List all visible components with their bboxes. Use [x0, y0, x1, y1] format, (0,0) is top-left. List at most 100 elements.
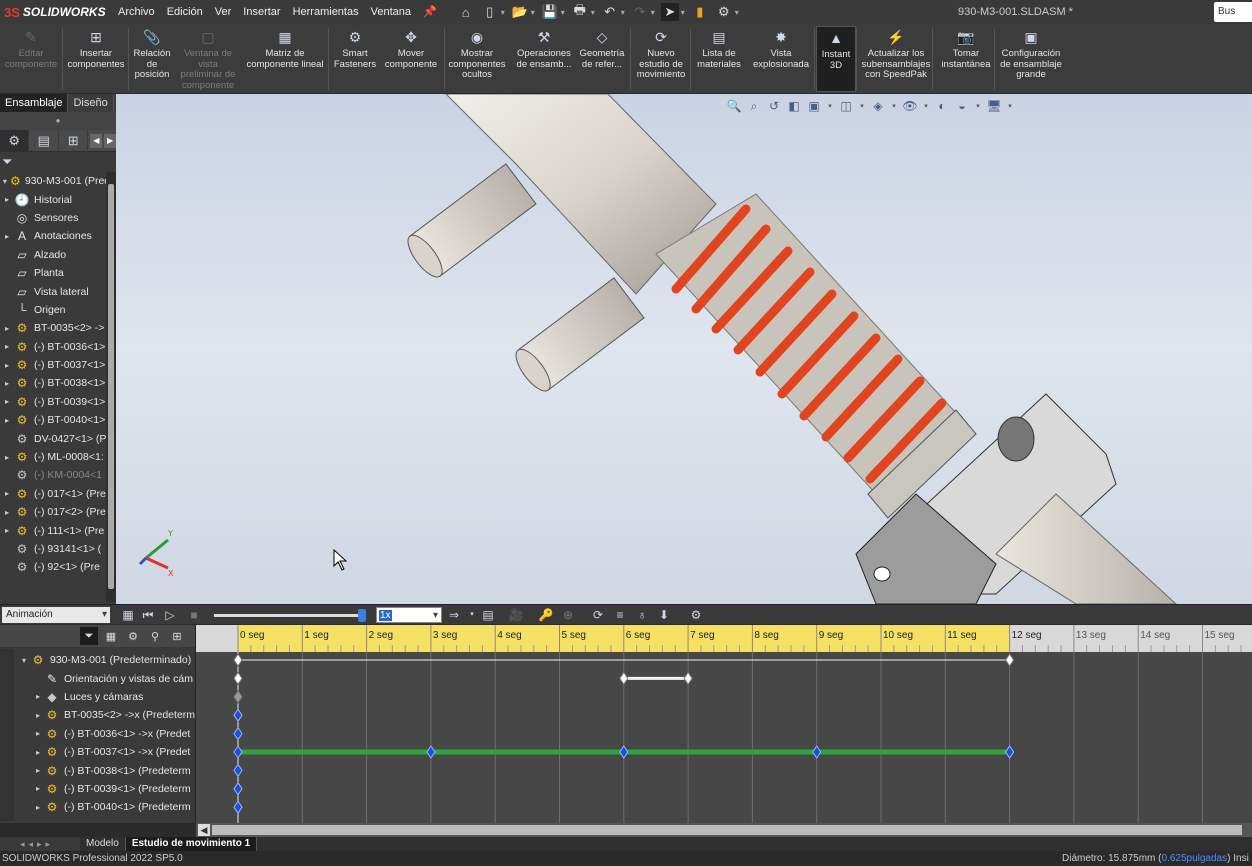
- expand-arrow-icon[interactable]: ▸: [0, 195, 14, 204]
- menu-archivo[interactable]: Archivo: [112, 0, 161, 24]
- study-properties-icon[interactable]: ⚙: [688, 607, 704, 623]
- command-large-assembly[interactable]: ▣ Configuración de ensamblaje grande: [998, 26, 1064, 92]
- tree-item[interactable]: ▸ ⚙ (-) BT-0038<1>: [0, 374, 116, 392]
- pin-menu-icon[interactable]: 📌: [417, 0, 443, 24]
- tree-filter-icon[interactable]: ⏷: [0, 152, 116, 172]
- motor-icon[interactable]: ⟳: [590, 607, 606, 623]
- tab-scroll-right-icon[interactable]: ▶: [104, 133, 116, 148]
- command-linear-pattern[interactable]: ▦ Matriz de componente lineal: [242, 26, 328, 92]
- filter-animated-icon[interactable]: ⏷: [80, 627, 98, 645]
- timeline-scroll-thumb[interactable]: [212, 825, 1242, 835]
- tab-nav-arrows[interactable]: ◂◂▸▸: [0, 837, 80, 851]
- menu-herramientas[interactable]: Herramientas: [287, 0, 365, 24]
- menu-ver[interactable]: Ver: [209, 0, 238, 24]
- timeline[interactable]: 0 seg 1 seg 2 seg 3 seg 4 seg 5 seg 6 seg 7 seg…: [196, 625, 1252, 823]
- playback-mode-dropdown-icon[interactable]: ▾: [464, 607, 480, 623]
- tree-item[interactable]: ▸ ⚙ (-) BT-0036<1>: [0, 338, 116, 356]
- scene-icon[interactable]: ◒: [954, 98, 970, 114]
- tree-item[interactable]: ⚙ DV-0427<1> (P: [0, 429, 116, 447]
- tree-item[interactable]: ▸ ⚙ (-) 111<1> (Pre: [0, 521, 116, 539]
- gravity-icon[interactable]: ⬇: [656, 607, 672, 623]
- play-from-start-icon[interactable]: ⏮: [140, 607, 156, 623]
- tree-item[interactable]: ▸ ⚙ (-) 017<1> (Pre: [0, 485, 116, 503]
- playback-slider-thumb[interactable]: [358, 609, 366, 622]
- playback-slider-track[interactable]: [214, 614, 362, 617]
- tree-item[interactable]: ▸ 🕘 Historial: [0, 190, 116, 208]
- save-icon[interactable]: 💾: [541, 3, 559, 21]
- tree-item[interactable]: ⚙ (-) KM-0004<1: [0, 466, 116, 484]
- new-document-icon[interactable]: ▯: [481, 3, 499, 21]
- expand-arrow-icon[interactable]: ▸: [0, 379, 14, 388]
- command-insert-components[interactable]: ⊞ Insertar componentes: [66, 26, 126, 92]
- panel-collapse-handle[interactable]: ●: [0, 112, 116, 130]
- tree-item[interactable]: ▾ ⚙ 930-M3-001 (Prede: [0, 172, 116, 190]
- autokey-icon[interactable]: 🔑: [538, 607, 554, 623]
- appearance-icon[interactable]: ◐: [934, 98, 950, 114]
- previous-view-icon[interactable]: ↺: [766, 98, 782, 114]
- save-dropdown-icon[interactable]: ▾: [561, 8, 565, 17]
- hide-show-icon[interactable]: 👁: [902, 98, 918, 114]
- print-icon[interactable]: 🖶: [571, 2, 589, 21]
- menu-ventana[interactable]: Ventana: [365, 0, 417, 24]
- timeline-scrollbar[interactable]: ◀: [196, 823, 1252, 837]
- dynamic-annotation-icon[interactable]: ▣: [806, 98, 822, 114]
- tree-scroll-thumb[interactable]: [108, 184, 114, 589]
- tab-ensamblaje[interactable]: Ensamblaje: [0, 94, 69, 112]
- undo-dropdown-icon[interactable]: ▾: [621, 8, 625, 17]
- motion-tree-item[interactable]: ✎ Orientación y vistas de cám: [14, 669, 196, 687]
- orientation-dropdown-icon[interactable]: ▾: [858, 98, 866, 114]
- tree-item[interactable]: ▸ ⚙ (-) BT-0039<1>: [0, 393, 116, 411]
- zoom-to-fit-icon[interactable]: 🔍: [726, 98, 742, 114]
- study-type-select[interactable]: Animación: [2, 607, 110, 623]
- expand-arrow-icon[interactable]: ▸: [32, 711, 44, 720]
- command-reference-geometry[interactable]: ◇ Geometría de refer...: [576, 26, 628, 92]
- featuremanager-tab-icon[interactable]: ⚙: [0, 129, 30, 152]
- tab-dise-o[interactable]: Diseño: [68, 94, 114, 112]
- select-dropdown-icon[interactable]: ▾: [681, 8, 685, 17]
- motion-tree-item[interactable]: ▸ ◆ Luces y cámaras: [14, 688, 196, 706]
- expand-arrow-icon[interactable]: ▸: [32, 766, 44, 775]
- command-speedpak[interactable]: ⚡ Actualizar los subensamblajes con Speed…: [860, 26, 932, 92]
- tree-item[interactable]: ▸ ⚙ (-) BT-0037<1>: [0, 356, 116, 374]
- filter-driving-icon[interactable]: ▦: [102, 627, 120, 645]
- propertymanager-tab-icon[interactable]: ▤: [29, 129, 59, 152]
- playback-speed-select[interactable]: 1x: [376, 607, 442, 624]
- motion-tree-item[interactable]: ▸ ⚙ (-) BT-0038<1> (Predeterm: [14, 761, 196, 779]
- tree-item[interactable]: ▱ Alzado: [0, 246, 116, 264]
- solidworks-logo[interactable]: 3S SOLIDWORKS: [0, 5, 112, 20]
- command-exploded-view[interactable]: ✸ Vista explosionada: [748, 26, 814, 92]
- annotation-dropdown-icon[interactable]: ▾: [826, 98, 834, 114]
- select-cursor-icon[interactable]: ➤: [660, 3, 679, 21]
- filter-results-icon[interactable]: ⚲: [146, 627, 164, 645]
- undo-icon[interactable]: ↶: [601, 3, 619, 21]
- command-move-component[interactable]: ✥ Mover componente: [385, 26, 437, 92]
- tree-item[interactable]: ▸ ⚙ (-) BT-0040<1>: [0, 411, 116, 429]
- tab-scroll-left-icon[interactable]: ◀: [90, 133, 103, 148]
- motion-tree-scrollbar[interactable]: [0, 649, 14, 821]
- contact-icon[interactable]: ♁: [634, 607, 650, 623]
- play-icon[interactable]: ▷: [162, 607, 178, 623]
- tree-item[interactable]: ▱ Vista lateral: [0, 282, 116, 300]
- expand-arrow-icon[interactable]: ▸: [32, 803, 44, 812]
- expand-arrow-icon[interactable]: ▾: [18, 656, 30, 665]
- tab-modelo[interactable]: Modelo: [80, 837, 126, 851]
- command-bom[interactable]: ▤ Lista de materiales: [692, 26, 746, 92]
- expand-arrow-icon[interactable]: ▸: [32, 748, 44, 757]
- tree-item[interactable]: ⚙ (-) 92<1> (Pre: [0, 558, 116, 576]
- motion-tree-item[interactable]: ▸ ⚙ (-) BT-0040<1> (Predeterm: [14, 798, 196, 816]
- collapse-all-icon[interactable]: ⊞: [168, 627, 186, 645]
- tree-item[interactable]: ⚙ (-) 93141<1> (: [0, 540, 116, 558]
- settings-view-dropdown-icon[interactable]: ▾: [1006, 98, 1014, 114]
- zoom-area-icon[interactable]: ⌕: [746, 98, 762, 114]
- tree-item[interactable]: ▸ ⚙ BT-0035<2> ->: [0, 319, 116, 337]
- expand-arrow-icon[interactable]: ▸: [0, 453, 14, 462]
- expand-arrow-icon[interactable]: ▸: [32, 784, 44, 793]
- spring-icon[interactable]: ≡: [612, 607, 628, 623]
- scene-dropdown-icon[interactable]: ▾: [974, 98, 982, 114]
- scroll-left-icon[interactable]: ◀: [198, 824, 210, 836]
- calculate-icon[interactable]: ▦: [120, 607, 136, 623]
- expand-arrow-icon[interactable]: ▸: [0, 397, 14, 406]
- command-snapshot[interactable]: 📷 Tomar instantánea: [936, 26, 996, 92]
- save-animation-icon[interactable]: ▤: [480, 607, 496, 623]
- tab-motion-study[interactable]: Estudio de movimiento 1: [125, 837, 258, 851]
